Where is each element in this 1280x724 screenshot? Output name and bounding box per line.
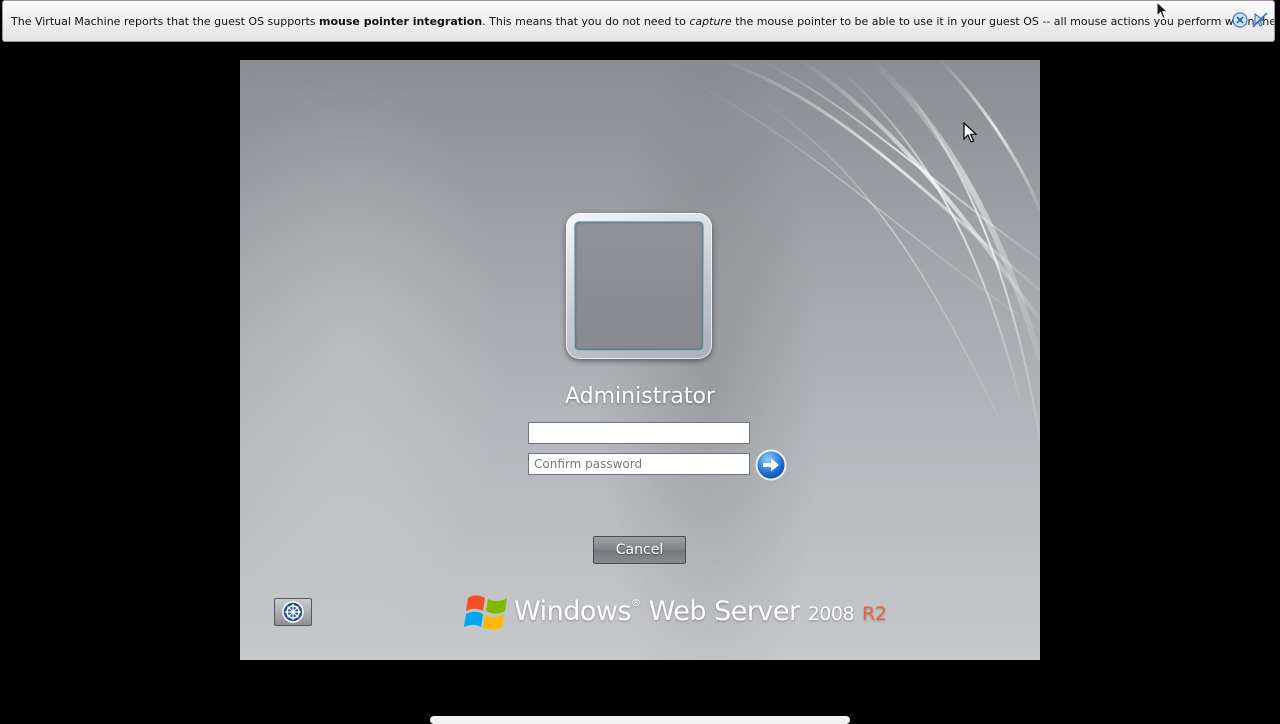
host-mouse-cursor-icon: [1156, 1, 1169, 20]
username-label: Administrator: [565, 384, 715, 409]
ease-of-access-icon: [282, 601, 304, 623]
password-field[interactable]: [528, 422, 750, 444]
user-picture-frame: [566, 213, 712, 359]
product-name: Windows® Web Server 2008 R2: [514, 596, 887, 627]
arrow-right-icon[interactable]: [755, 449, 787, 481]
close-icon[interactable]: [1232, 12, 1248, 28]
guest-mouse-cursor-icon: [963, 122, 978, 143]
mouse-integration-notification: The Virtual Machine reports that the gue…: [2, 0, 1275, 42]
bottom-edge-bar: [430, 716, 850, 724]
confirm-password-field[interactable]: [528, 453, 750, 475]
notification-text: The Virtual Machine reports that the gue…: [11, 14, 1275, 28]
windows-branding: Windows® Web Server 2008 R2: [464, 588, 887, 634]
cancel-button[interactable]: Cancel: [593, 536, 686, 564]
background-swoosh: [689, 60, 1040, 441]
guest-display[interactable]: Administrator Cancel Windows® Web Server…: [240, 60, 1040, 660]
user-picture: [574, 221, 704, 351]
ease-of-access-button[interactable]: [274, 598, 312, 626]
mouse-integration-off-icon[interactable]: [1252, 12, 1268, 28]
windows-flag-icon: [464, 595, 507, 630]
